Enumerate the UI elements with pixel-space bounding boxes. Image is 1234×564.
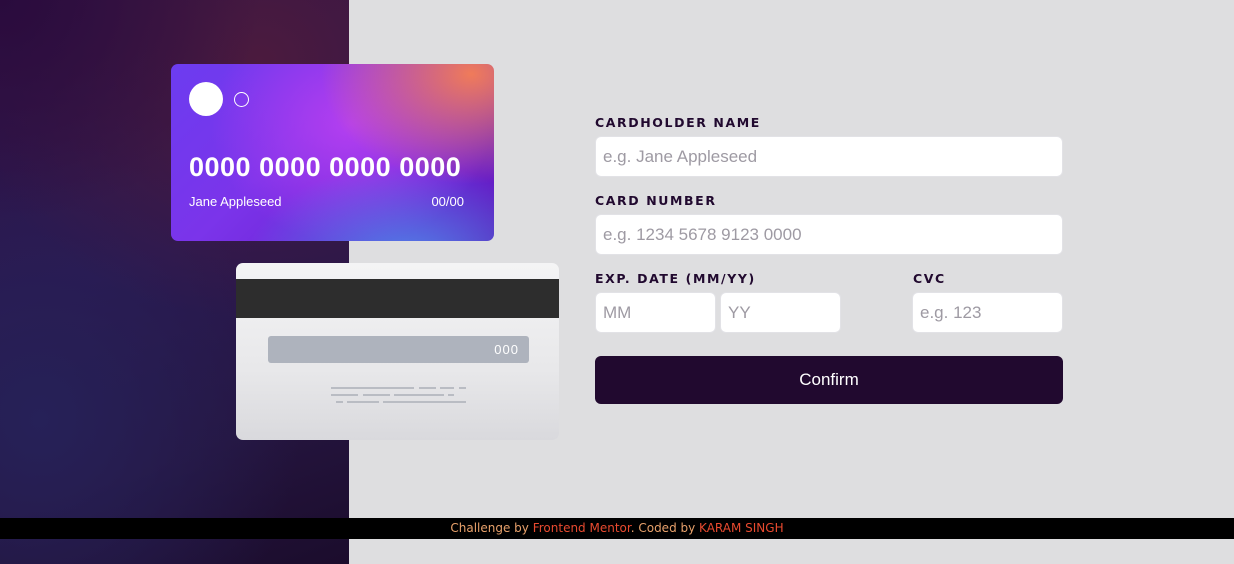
card-expiry-display: 00/00 [431, 194, 464, 209]
expiry-month-input[interactable] [595, 292, 716, 333]
magnetic-stripe [236, 279, 559, 318]
card-logo-circle-icon [189, 82, 223, 116]
card-logo-ring-icon [234, 92, 249, 107]
author-link[interactable]: KARAM SINGH [699, 521, 784, 535]
card-fine-print-lines-icon [331, 387, 466, 403]
signature-strip: 000 [268, 336, 529, 363]
attribution-prefix: Challenge by [450, 521, 533, 535]
card-number-input[interactable] [595, 214, 1063, 255]
card-cvc-display: 000 [494, 342, 519, 357]
cvc-label: CVC [913, 271, 946, 286]
cardholder-name-label: CARDHOLDER NAME [595, 115, 761, 130]
card-back-preview: 000 [236, 263, 559, 440]
expiry-year-input[interactable] [720, 292, 841, 333]
card-number-display: 0000 0000 0000 0000 [189, 152, 462, 182]
frontend-mentor-link[interactable]: Frontend Mentor [533, 521, 631, 535]
confirm-button[interactable]: Confirm [595, 356, 1063, 404]
attribution-footer: Challenge by Frontend Mentor. Coded by K… [0, 518, 1234, 539]
card-number-label: CARD NUMBER [595, 193, 717, 208]
card-front-preview: 0000 0000 0000 0000 Jane Appleseed 00/00 [171, 64, 494, 241]
cvc-input[interactable] [912, 292, 1063, 333]
cardholder-name-display: Jane Appleseed [189, 194, 282, 209]
cardholder-name-input[interactable] [595, 136, 1063, 177]
expiry-date-label: EXP. DATE (MM/YY) [595, 271, 756, 286]
attribution-middle: . Coded by [630, 521, 700, 535]
